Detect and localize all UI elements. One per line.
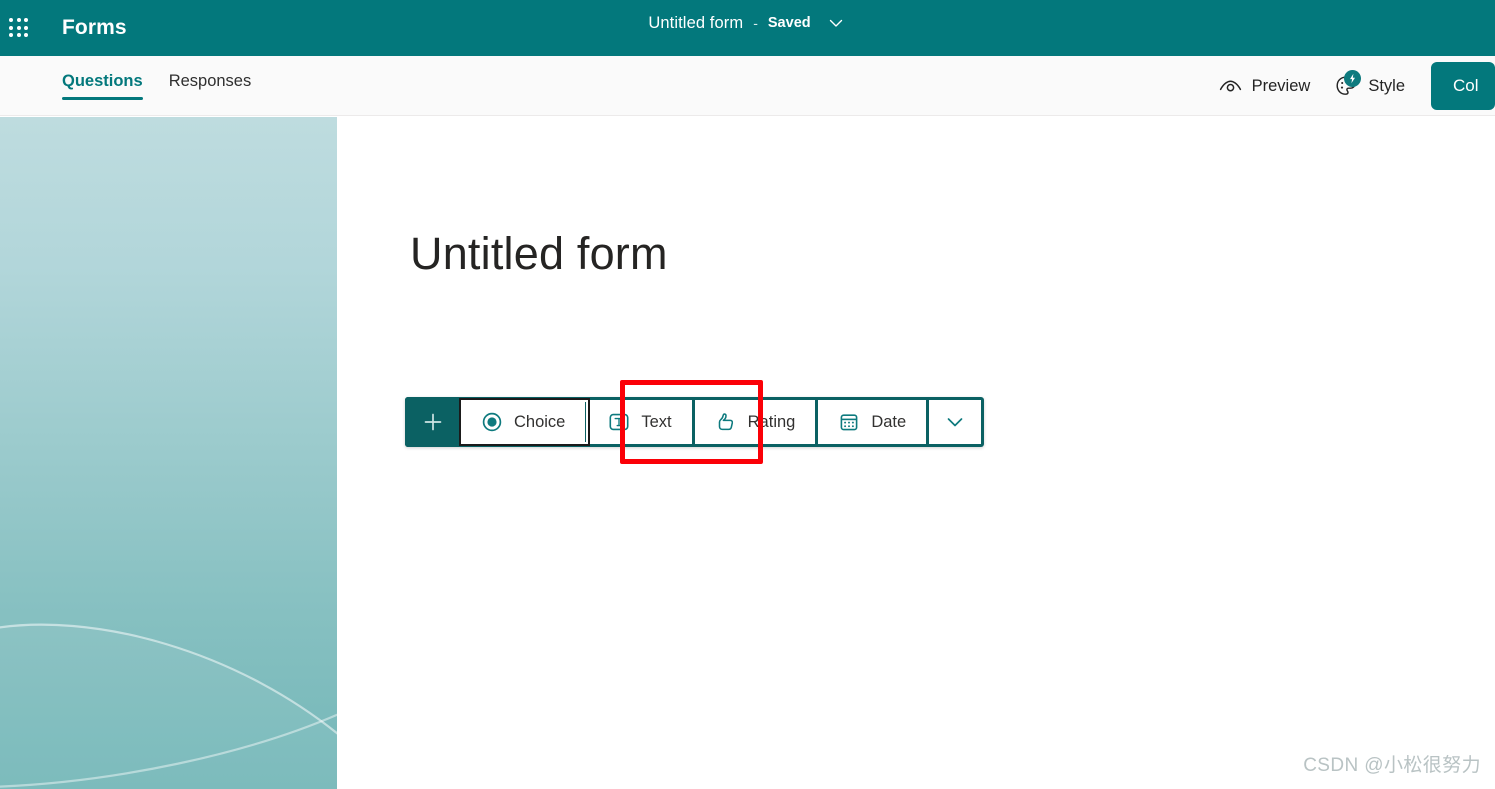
text-box-T-icon [608, 411, 630, 433]
command-bar: Questions Responses Preview Style Col [0, 56, 1495, 116]
more-question-types-chevron-down-icon[interactable] [929, 400, 982, 444]
command-bar-actions: Preview Style Col [1207, 56, 1495, 116]
theme-background-strip [0, 117, 337, 789]
calendar-icon [838, 411, 860, 433]
add-question-toolbar: Choice Text Rating Date [405, 397, 985, 447]
form-body: Untitled form Choice Text Rating Date [0, 117, 1495, 789]
plus-icon[interactable] [405, 397, 461, 447]
theme-curve-decoration [0, 623, 337, 789]
question-type-rating[interactable]: Rating [694, 400, 819, 444]
tab-questions[interactable]: Questions [62, 73, 143, 100]
question-type-choice[interactable]: Choice [461, 400, 589, 444]
app-launcher-waffle-icon[interactable] [8, 17, 30, 39]
radio-button-icon [481, 411, 503, 433]
app-brand-forms[interactable]: Forms [62, 16, 127, 40]
thumbs-up-icon [715, 411, 737, 433]
question-type-choice-label: Choice [514, 412, 566, 431]
question-type-date[interactable]: Date [818, 400, 930, 444]
tab-list: Questions Responses [62, 56, 251, 115]
save-status-label: Saved [767, 15, 811, 31]
title-separator: - [753, 15, 758, 31]
question-type-text-label: Text [641, 412, 672, 431]
tab-responses[interactable]: Responses [169, 73, 252, 100]
document-title[interactable]: Untitled form [648, 14, 743, 33]
document-status-group: Untitled form - Saved [0, 12, 1495, 34]
form-title[interactable]: Untitled form [410, 228, 668, 280]
collect-responses-button[interactable]: Col [1431, 62, 1495, 110]
suite-header: Forms Untitled form - Saved [0, 0, 1495, 56]
style-label: Style [1368, 76, 1405, 95]
style-button[interactable]: Style [1322, 67, 1417, 105]
eye-preview-icon [1219, 78, 1242, 95]
question-type-date-label: Date [871, 412, 907, 431]
forms-app-window: Forms Untitled form - Saved Questions Re… [0, 0, 1495, 789]
preview-button[interactable]: Preview [1207, 67, 1323, 105]
question-type-rating-label: Rating [747, 412, 796, 431]
chevron-down-icon[interactable] [825, 12, 847, 34]
watermark: CSDN @小松很努力 [1303, 755, 1481, 776]
preview-label: Preview [1251, 76, 1311, 95]
palette-style-icon [1334, 70, 1362, 98]
question-type-text[interactable]: Text [588, 400, 695, 444]
copilot-sparkle-bolt-icon [1344, 70, 1362, 87]
form-card: Untitled form Choice Text Rating Date [337, 148, 1478, 789]
